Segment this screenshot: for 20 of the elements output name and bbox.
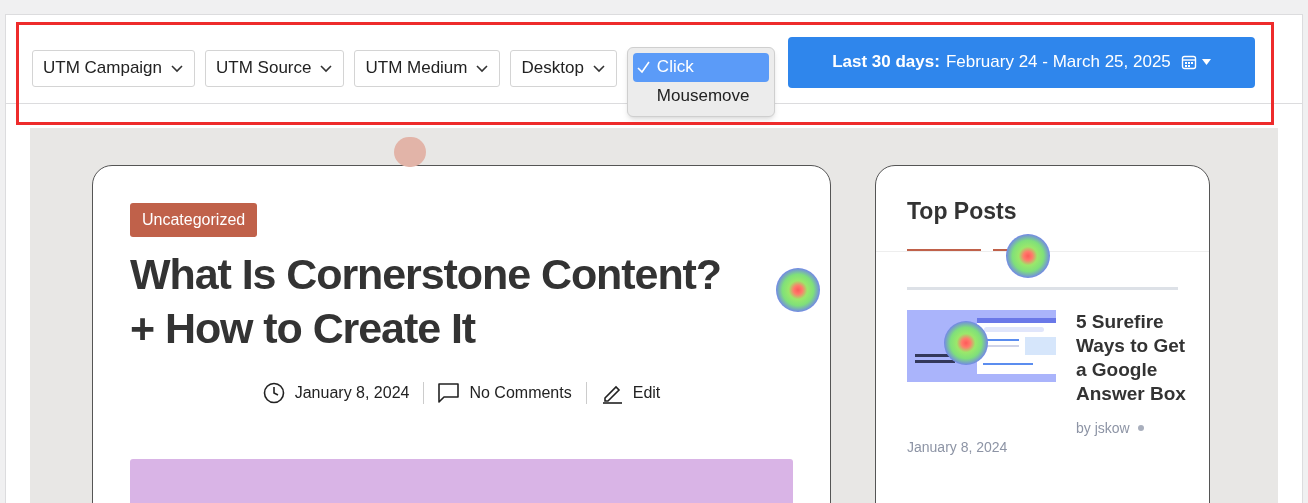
filter-dropdown[interactable]: Desktop <box>510 49 617 87</box>
post-author: by jskow <box>1076 417 1186 439</box>
check-icon <box>636 60 650 74</box>
post-date: January 8, 2024 <box>907 437 1009 457</box>
date-range-button[interactable]: Last 30 days: February 24 - March 25, 2025 <box>788 36 1255 88</box>
widget-title: Top Posts <box>906 197 1018 226</box>
edit-link[interactable]: Edit <box>632 381 661 405</box>
filter-dropdown[interactable]: UTM Campaign <box>32 49 196 87</box>
category-tag[interactable]: Uncategorized <box>130 203 258 237</box>
comment-icon <box>438 383 460 403</box>
clock-icon <box>262 382 285 404</box>
calendar-icon <box>1180 54 1197 70</box>
filter-dropdown[interactable]: UTM Source <box>205 49 345 87</box>
article-title: What Is Cornerstone Content? + How to Create It <box>130 249 722 354</box>
filter-dropdown[interactable]: UTM Medium <box>354 49 501 87</box>
comments-link[interactable]: No Comments <box>469 381 572 405</box>
caret-icon <box>1201 59 1211 65</box>
post-date: January 8, 2024 <box>294 383 410 403</box>
menu-option[interactable]: Mousemove <box>632 81 769 111</box>
post-title-link[interactable]: 5 Surefire Ways to Get a Google Answer Box <box>1076 309 1186 406</box>
